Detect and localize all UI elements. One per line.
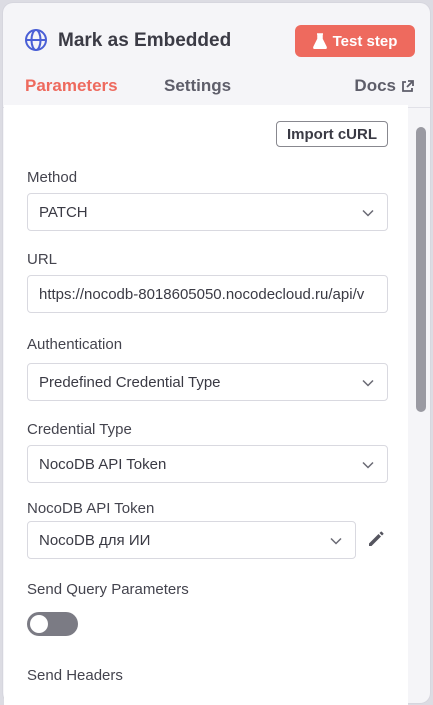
tab-parameters[interactable]: Parameters	[25, 76, 118, 96]
docs-label: Docs	[354, 76, 396, 95]
send-query-label: Send Query Parameters	[27, 581, 189, 598]
authentication-select[interactable]: Predefined Credential Type	[27, 363, 388, 401]
chevron-down-icon	[362, 209, 374, 217]
external-link-icon	[402, 79, 414, 92]
method-select[interactable]: PATCH	[27, 193, 388, 231]
docs-link[interactable]: Docs	[354, 76, 414, 96]
authentication-label: Authentication	[27, 336, 123, 353]
authentication-value: Predefined Credential Type	[39, 373, 221, 391]
send-query-toggle[interactable]	[27, 612, 78, 636]
api-token-select[interactable]: NocoDB для ИИ	[27, 521, 356, 559]
credential-type-value: NocoDB API Token	[39, 455, 167, 473]
api-token-value: NocoDB для ИИ	[39, 531, 151, 549]
method-value: PATCH	[39, 203, 88, 221]
url-input[interactable]: https://nocodb-8018605050.nocodecloud.ru…	[27, 275, 388, 313]
tab-bar: Parameters Settings Docs	[3, 69, 430, 108]
edit-credential-pencil-icon[interactable]	[366, 529, 386, 549]
flask-icon	[312, 33, 327, 49]
chevron-down-icon	[362, 379, 374, 387]
node-title: Mark as Embedded	[58, 30, 232, 51]
import-curl-button[interactable]: Import cURL	[276, 121, 388, 147]
scrollbar-thumb[interactable]	[416, 127, 426, 412]
api-token-label: NocoDB API Token	[27, 500, 155, 517]
chevron-down-icon	[330, 537, 342, 545]
parameters-content: Import cURL Method PATCH URL https://noc…	[4, 105, 408, 705]
test-step-label: Test step	[332, 32, 398, 50]
url-label: URL	[27, 251, 58, 268]
credential-type-select[interactable]: NocoDB API Token	[27, 445, 388, 483]
panel-header: Mark as Embedded Test step Parameters Se…	[3, 3, 430, 108]
url-value: https://nocodb-8018605050.nocodecloud.ru…	[39, 285, 365, 303]
send-headers-label: Send Headers	[27, 667, 123, 684]
toggle-knob	[30, 615, 48, 633]
method-label: Method	[27, 169, 78, 186]
chevron-down-icon	[362, 461, 374, 469]
test-step-button[interactable]: Test step	[295, 25, 415, 57]
tab-settings[interactable]: Settings	[164, 76, 231, 96]
globe-icon	[25, 29, 47, 51]
credential-type-label: Credential Type	[27, 421, 132, 438]
